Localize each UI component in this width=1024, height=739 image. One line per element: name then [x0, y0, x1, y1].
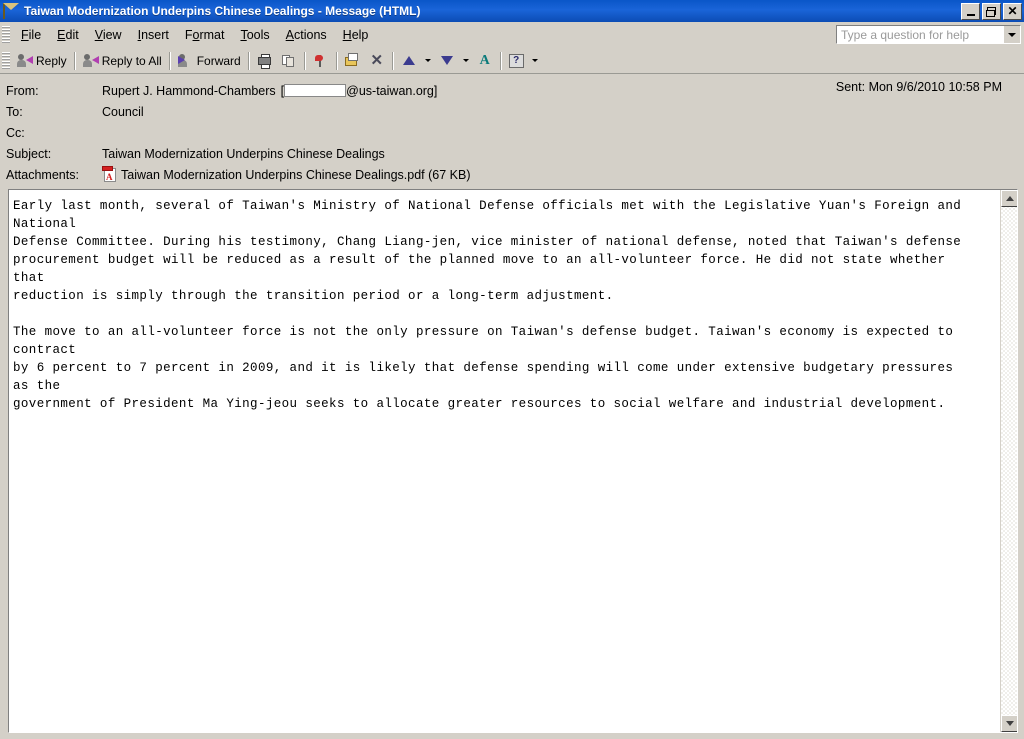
- toolbar-separator: [391, 51, 394, 70]
- attachments-row: Attachments: A Taiwan Modernization Unde…: [6, 164, 1024, 185]
- subject-value: Taiwan Modernization Underpins Chinese D…: [102, 146, 385, 161]
- from-display-name: Rupert J. Hammond-Chambers: [102, 83, 276, 98]
- restore-button[interactable]: [982, 2, 1001, 20]
- attachment-item[interactable]: A Taiwan Modernization Underpins Chinese…: [102, 166, 1024, 183]
- menu-item-actions[interactable]: Actions: [278, 25, 335, 45]
- message-body-area: Early last month, several of Taiwan's Mi…: [0, 189, 1024, 739]
- menu-item-edit[interactable]: Edit: [49, 25, 87, 45]
- copy-icon: [281, 53, 297, 69]
- arrow-down-icon: [1005, 721, 1014, 726]
- menu-item-file[interactable]: File: [13, 25, 49, 45]
- toolbar-separator: [168, 51, 171, 70]
- pdf-file-icon: A: [102, 166, 118, 183]
- subject-label: Subject:: [6, 146, 52, 161]
- window-title: Taiwan Modernization Underpins Chinese D…: [24, 4, 421, 18]
- next-item-button[interactable]: [435, 50, 459, 71]
- attachments-label: Attachments:: [6, 167, 79, 182]
- printer-icon: [257, 53, 273, 69]
- arrow-up-icon: [401, 53, 417, 69]
- flag-icon: [313, 53, 329, 69]
- subject-row: Subject: Taiwan Modernization Underpins …: [6, 143, 1024, 164]
- copy-button[interactable]: [277, 50, 301, 71]
- move-to-folder-button[interactable]: [341, 50, 365, 71]
- toolbar-separator: [73, 51, 76, 70]
- reply-all-label: Reply to All: [101, 53, 162, 68]
- scroll-down-button[interactable]: [1001, 715, 1017, 732]
- toolbar-drag-handle[interactable]: [2, 51, 10, 70]
- menu-item-insert[interactable]: Insert: [130, 25, 177, 45]
- reply-all-button[interactable]: Reply to All: [79, 50, 166, 71]
- close-button[interactable]: ✕: [1003, 2, 1022, 20]
- menu-item-help[interactable]: Help: [335, 25, 377, 45]
- help-question-icon: ?: [508, 53, 524, 68]
- follow-up-flag-button[interactable]: [309, 50, 333, 71]
- message-body-text[interactable]: Early last month, several of Taiwan's Mi…: [9, 190, 1000, 732]
- arrow-up-icon: [1005, 196, 1014, 201]
- rules-button[interactable]: A: [473, 50, 497, 71]
- window-controls: ✕: [961, 2, 1022, 20]
- from-label: From:: [6, 83, 39, 98]
- attachment-name[interactable]: Taiwan Modernization Underpins Chinese D…: [121, 168, 471, 182]
- chevron-down-icon[interactable]: [1004, 26, 1020, 43]
- to-row: To: Council: [6, 101, 1024, 122]
- print-button[interactable]: [253, 50, 277, 71]
- next-item-dropdown[interactable]: [459, 50, 473, 71]
- to-label: To:: [6, 104, 23, 119]
- folder-move-icon: [345, 53, 361, 69]
- reply-all-icon: [83, 53, 99, 69]
- reply-icon: [17, 53, 33, 69]
- scroll-up-button[interactable]: [1001, 190, 1017, 207]
- help-question-input[interactable]: [837, 26, 1004, 43]
- sent-field: Sent: Mon 9/6/2010 10:58 PM: [836, 80, 1002, 94]
- previous-item-dropdown[interactable]: [421, 50, 435, 71]
- rules-a-icon: A: [479, 52, 490, 68]
- help-question-box[interactable]: [836, 25, 1021, 44]
- toolbar-overflow-button[interactable]: [528, 50, 542, 71]
- menu-item-view[interactable]: View: [87, 25, 130, 45]
- reply-button[interactable]: Reply: [13, 50, 71, 71]
- to-value[interactable]: Council: [102, 105, 1024, 119]
- sent-label: Sent:: [835, 80, 866, 94]
- toolbar-separator: [303, 51, 306, 70]
- menu-item-format[interactable]: Format: [177, 25, 233, 45]
- cc-row: Cc:: [6, 122, 1024, 143]
- previous-item-button[interactable]: [397, 50, 421, 71]
- outlook-message-window: Taiwan Modernization Underpins Chinese D…: [0, 0, 1024, 739]
- reply-label: Reply: [36, 53, 67, 68]
- body-vertical-scrollbar[interactable]: [1000, 190, 1017, 732]
- menu-drag-handle[interactable]: [2, 25, 10, 44]
- sent-value: Mon 9/6/2010 10:58 PM: [868, 80, 1002, 94]
- message-toolbar: Reply Reply to All Forward ✕ A ?: [0, 48, 1024, 74]
- toolbar-separator: [499, 51, 502, 70]
- minimize-button[interactable]: [961, 2, 980, 20]
- forward-icon: [177, 53, 194, 69]
- delete-x-icon: ✕: [370, 51, 384, 69]
- menu-item-tools[interactable]: Tools: [232, 25, 277, 45]
- toolbar-separator: [335, 51, 338, 70]
- message-headers: Sent: Mon 9/6/2010 10:58 PM From: Rupert…: [0, 74, 1024, 189]
- menu-bar: File Edit View Insert Format Tools Actio…: [0, 22, 1024, 48]
- cc-label: Cc:: [6, 125, 25, 140]
- toolbar-separator: [247, 51, 250, 70]
- delete-button[interactable]: ✕: [365, 50, 389, 71]
- envelope-icon: [3, 3, 19, 19]
- message-body-frame: Early last month, several of Taiwan's Mi…: [8, 189, 1018, 733]
- arrow-down-icon: [439, 53, 455, 69]
- help-button[interactable]: ?: [505, 50, 528, 71]
- from-domain: @us-taiwan.org]: [346, 83, 438, 98]
- title-bar: Taiwan Modernization Underpins Chinese D…: [0, 0, 1024, 22]
- forward-label: Forward: [196, 53, 241, 68]
- forward-button[interactable]: Forward: [174, 50, 245, 71]
- redacted-address-box: [284, 84, 347, 97]
